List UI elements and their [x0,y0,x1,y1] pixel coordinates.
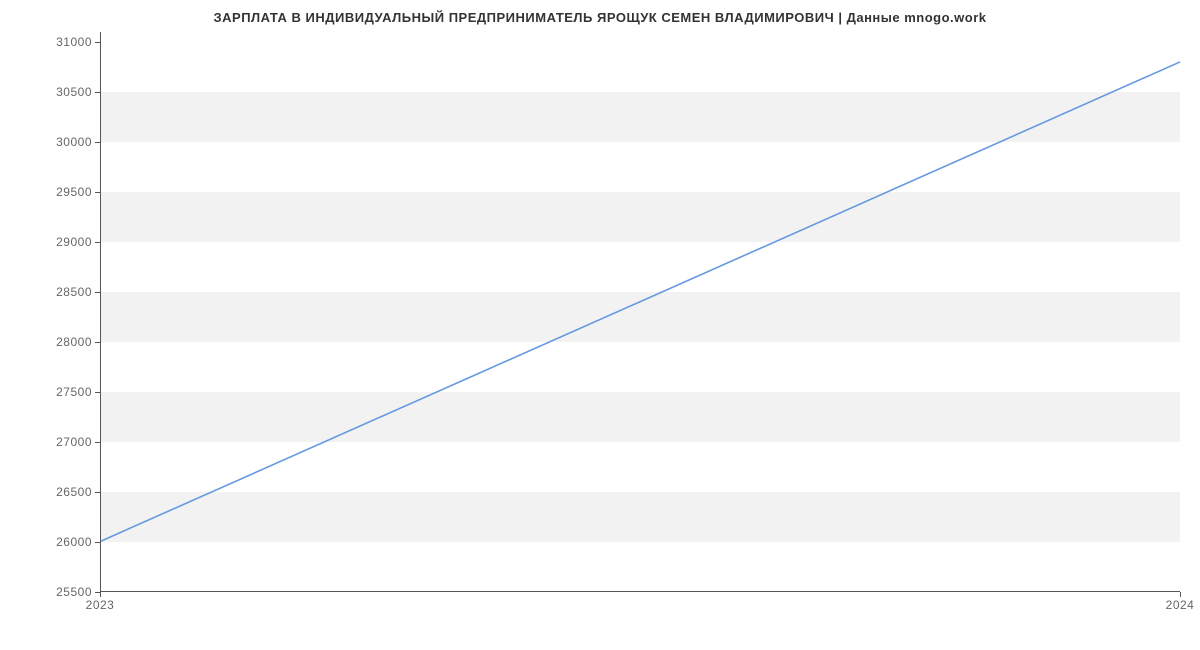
y-tick-label: 30500 [12,85,92,99]
y-tick-mark [95,392,100,393]
y-tick-label: 27000 [12,435,92,449]
plot-area [100,32,1180,592]
y-tick-label: 25500 [12,585,92,599]
y-tick-mark [95,92,100,93]
y-tick-label: 29500 [12,185,92,199]
y-tick-mark [95,142,100,143]
y-tick-mark [95,192,100,193]
y-tick-mark [95,342,100,343]
y-tick-label: 28500 [12,285,92,299]
y-tick-mark [95,42,100,43]
y-tick-label: 30000 [12,135,92,149]
y-tick-mark [95,442,100,443]
x-tick-mark [1180,592,1181,597]
y-tick-mark [95,542,100,543]
x-tick-mark [100,592,101,597]
x-tick-label: 2023 [86,598,115,612]
y-tick-mark [95,292,100,293]
y-tick-label: 31000 [12,35,92,49]
y-tick-label: 26000 [12,535,92,549]
y-tick-label: 29000 [12,235,92,249]
y-tick-label: 26500 [12,485,92,499]
y-tick-label: 28000 [12,335,92,349]
salary-line [101,62,1180,541]
chart-title: ЗАРПЛАТА В ИНДИВИДУАЛЬНЫЙ ПРЕДПРИНИМАТЕЛ… [0,10,1200,25]
x-tick-label: 2024 [1166,598,1195,612]
y-tick-label: 27500 [12,385,92,399]
chart-container: ЗАРПЛАТА В ИНДИВИДУАЛЬНЫЙ ПРЕДПРИНИМАТЕЛ… [0,0,1200,650]
line-series [101,32,1180,591]
y-tick-mark [95,242,100,243]
y-tick-mark [95,492,100,493]
